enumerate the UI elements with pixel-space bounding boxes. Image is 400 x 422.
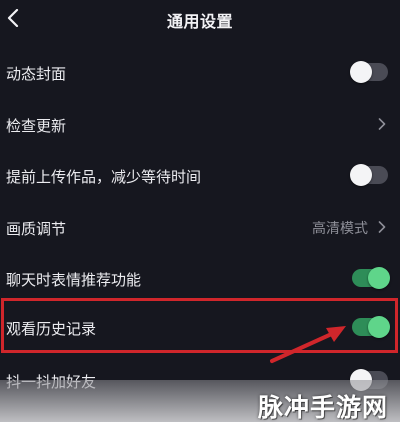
setting-label: 提前上传作品，减少等待时间 [6,168,202,186]
setting-row-emoji-recommend[interactable]: 聊天时表情推荐功能 [0,258,400,298]
setting-label: 检查更新 [6,117,67,135]
settings-screen: 通用设置 动态封面 检查更新 提前上传作品，减少等待时间 画质调节 高清模式 聊… [0,0,400,422]
setting-label: 画质调节 [6,220,67,238]
watermark-text: 脉冲手游网 [257,393,388,422]
setting-row-early-upload[interactable]: 提前上传作品，减少等待时间 [0,155,400,195]
highlight-annotation-box [1,298,398,353]
setting-row-quality[interactable]: 画质调节 高清模式 [0,207,400,247]
early-upload-toggle[interactable] [350,164,388,186]
setting-row-check-update[interactable]: 检查更新 [0,104,400,144]
page-title: 通用设置 [166,12,233,31]
setting-label: 聊天时表情推荐功能 [6,271,142,289]
setting-row-dynamic-cover[interactable]: 动态封面 [0,52,400,92]
chevron-right-icon [378,221,386,233]
toggle-knob [368,267,390,289]
toggle-knob [350,164,372,186]
emoji-recommend-toggle[interactable] [352,267,390,289]
chevron-right-icon [378,118,386,130]
setting-label: 动态封面 [6,65,67,83]
quality-value: 高清模式 [312,221,368,237]
header-bar: 通用设置 [0,0,400,40]
toggle-knob [350,61,372,83]
dynamic-cover-toggle[interactable] [350,61,388,83]
